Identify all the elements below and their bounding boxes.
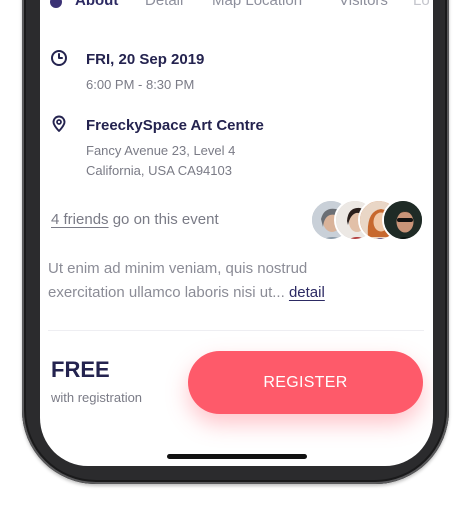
- friends-link[interactable]: 4 friends: [51, 211, 109, 228]
- event-description: Ut enim ad minim veniam, quis nostrud ex…: [48, 257, 368, 305]
- friends-suffix: go on this event: [112, 211, 219, 228]
- friends-going: 4 friends go on this event: [51, 211, 219, 228]
- avatar: [382, 199, 424, 241]
- location-pin-icon: [52, 115, 66, 132]
- address-line-2: California, USA CA94103: [86, 163, 232, 178]
- tab-visitors[interactable]: Visitors: [339, 0, 388, 9]
- event-screen: About Detail Map Location Visitors Lo FR…: [40, 0, 433, 466]
- divider: [48, 330, 424, 331]
- tab-detail[interactable]: Detail: [145, 0, 183, 9]
- venue-name[interactable]: FreeckySpace Art Centre: [86, 117, 264, 134]
- tab-location[interactable]: Lo: [413, 0, 430, 9]
- friend-avatars[interactable]: [310, 199, 425, 241]
- price-note: with registration: [51, 390, 143, 405]
- tab-map-location[interactable]: Map Location: [212, 0, 302, 9]
- event-date: FRI, 20 Sep 2019: [86, 51, 205, 68]
- detail-link[interactable]: detail: [289, 284, 325, 301]
- description-text: Ut enim ad minim veniam, quis nostrud ex…: [48, 260, 308, 301]
- address-line-1: Fancy Avenue 23, Level 4: [86, 143, 236, 158]
- home-indicator[interactable]: [167, 454, 307, 459]
- register-button[interactable]: REGISTER: [188, 351, 423, 414]
- tab-bar: About Detail Map Location Visitors Lo: [50, 0, 433, 12]
- clock-icon: [51, 50, 67, 66]
- tab-about[interactable]: About: [75, 0, 118, 9]
- price-label: FREE: [51, 357, 110, 382]
- active-tab-dot: [50, 0, 62, 8]
- event-time: 6:00 PM - 8:30 PM: [86, 77, 195, 92]
